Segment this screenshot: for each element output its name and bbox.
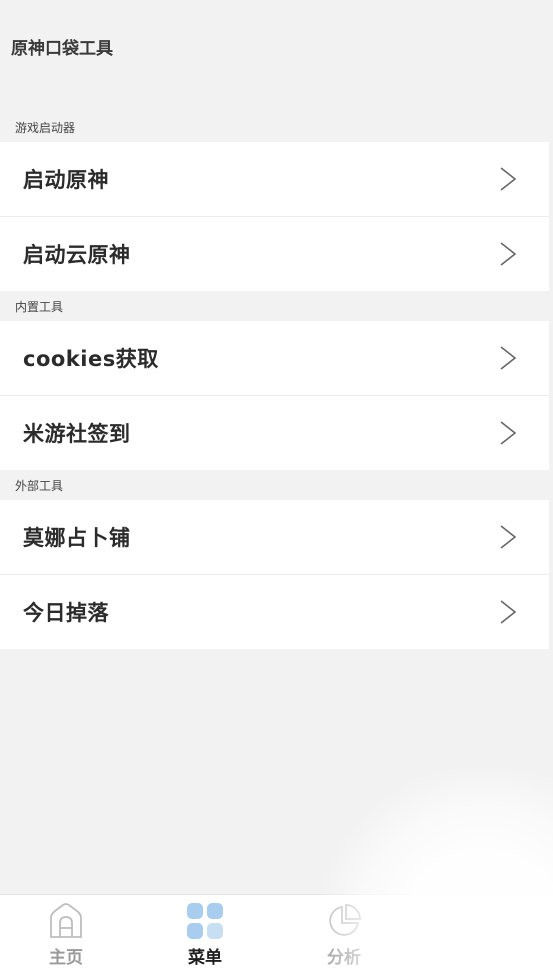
section-header-builtin: 内置工具 [15,300,64,314]
chevron-right-icon [500,421,517,445]
tab-analysis[interactable]: 分析 [294,895,394,973]
miyoushe-signin-label: 米游社签到 [23,422,131,446]
chevron-right-icon [500,600,517,624]
launch-genshin-label: 启动原神 [23,168,109,192]
menu-grid-icon [187,903,223,939]
today-drops-label: 今日掉落 [23,601,109,625]
tab-menu[interactable]: 菜单 [155,895,255,973]
external-group: 莫娜占卜铺 今日掉落 [0,500,549,649]
builtin-group: cookies获取 米游社签到 [0,321,549,470]
mona-divination-item[interactable]: 莫娜占卜铺 [0,500,549,574]
chevron-right-icon [500,167,517,191]
mona-divination-label: 莫娜占卜铺 [23,526,131,550]
miyoushe-signin-item[interactable]: 米游社签到 [0,395,549,470]
launch-cloud-genshin-item[interactable]: 启动云原神 [0,216,549,291]
cookies-fetch-label: cookies获取 [23,347,159,371]
launch-cloud-genshin-label: 启动云原神 [23,243,131,267]
bottom-tab-bar: 主页 菜单 分析 [0,894,553,973]
tab-menu-label: 菜单 [188,948,222,968]
chevron-right-icon [500,346,517,370]
launcher-group: 启动原神 启动云原神 [0,142,549,291]
cookies-fetch-item[interactable]: cookies获取 [0,321,549,395]
today-drops-item[interactable]: 今日掉落 [0,574,549,649]
tab-home-label: 主页 [49,948,83,968]
tab-home[interactable]: 主页 [16,895,116,973]
chevron-right-icon [500,242,517,266]
tab-analysis-label: 分析 [327,948,361,968]
section-header-launcher: 游戏启动器 [15,121,76,135]
chevron-right-icon [500,525,517,549]
home-icon [50,903,82,938]
app-title: 原神口袋工具 [11,39,113,59]
section-header-external: 外部工具 [15,479,64,493]
launch-genshin-item[interactable]: 启动原神 [0,142,549,216]
pie-chart-icon [329,904,361,936]
